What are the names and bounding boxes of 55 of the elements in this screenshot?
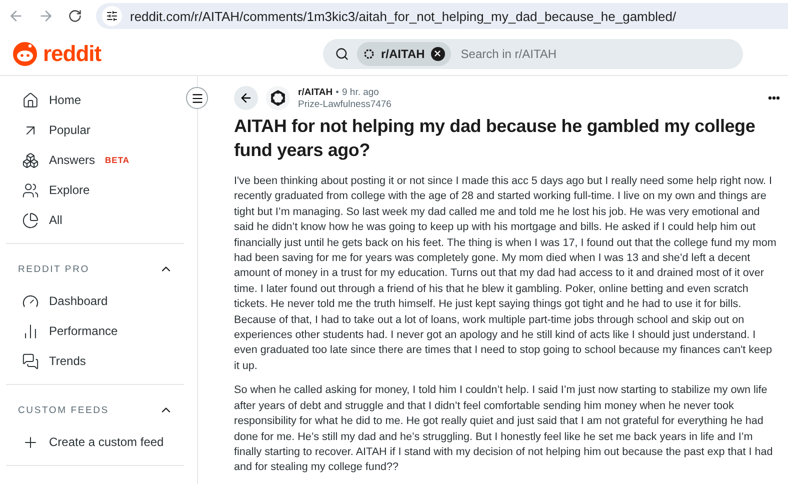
address-bar[interactable]: reddit.com/r/AITAH/comments/1m3kic3/aitah_for_not_helping_my_dad_because_he_gambled/ [96, 3, 788, 29]
sidebar-item[interactable]: Popular [6, 115, 197, 145]
menu-icon [190, 92, 204, 104]
ellipsis-icon [768, 96, 780, 100]
item-label: Explore [49, 183, 90, 197]
bar-chart-icon [22, 322, 39, 340]
section-header[interactable]: REDDIT PRO [6, 252, 197, 286]
home-icon [22, 92, 39, 108]
sidebar-item[interactable]: Explore [6, 175, 197, 205]
gauge-icon [22, 292, 39, 310]
author-link[interactable]: Prize-Lawfulness7476 [298, 98, 392, 110]
item-label: Create a custom feed [49, 435, 164, 449]
separator-dot: • [336, 86, 339, 98]
community-chip[interactable]: r/AITAH [357, 42, 451, 66]
sidebar-item[interactable]: Trends [6, 346, 197, 376]
chart-icon [22, 212, 39, 228]
chat-icon [22, 352, 39, 370]
community-icon [363, 48, 375, 60]
post-time: 9 hr. ago [342, 86, 379, 98]
community-avatar[interactable] [266, 86, 290, 110]
arrow-left-icon [239, 91, 253, 105]
post-paragraph: So when he called asking for money, I told him I couldn’t help. I said I’m just now starting to stabilize my own life after years of debt and struggle and that I didn’t feel comfortable sending him money when he never took responsibility for what he did to me. He got really quiet and just said that I am not grateful for everything he had done for me. He’s still my dad and he’s struggling. But I honestly feel like he set me back years in life and I’m finally starting to recover. AITAH if I stand with my decision of not helping him out because the past exp that I had and for stealing my college fund?? [234, 383, 774, 476]
item-label: Home [49, 93, 82, 107]
beta-tag: BETA [105, 155, 130, 165]
back-button[interactable] [234, 86, 258, 110]
back-icon[interactable] [8, 8, 24, 24]
post-title: AITAH for not helping my dad because he gambled my college fund years ago? [234, 115, 756, 162]
reload-icon[interactable] [68, 9, 82, 23]
people-icon [22, 182, 39, 198]
forward-icon[interactable] [38, 8, 54, 24]
sidebar-item[interactable]: Performance [6, 316, 197, 346]
more-button[interactable] [768, 96, 780, 100]
item-label: Answers [49, 153, 96, 167]
community-link[interactable]: r/AITAH [298, 86, 333, 98]
item-label: Trends [49, 354, 86, 368]
post-paragraph: I've been thinking about posting it or not since I made this acc 5 days ago but I really need some help right now. I recently graduated from college with the age of 28 and started working full-time. I live on my own and things are tight but I’m managing. So last week my dad called me and told me he lost his job. He was very emotional and said he didn’t know how he was going to keep up with his mortgage and bills. He asked if I could help him out financially just until he gets back on his feet. The thing is when I was 17, I found out that the college fund my mom had been saving for me for years was completely gone. My mom died when I was 13 and she’d left a decent amount of money in a trust for my education. Turns out that my dad had access to it and drained most of it over time. I later found out through a friend of his that he blew it gambling. Poker, online betting and even scratch tickets. He never told me the truth himself. He just kept saying things got tight and he had to use it for bills. Because of that, I had to take out a lot of loans, work multiple part-time jobs through school and skip out on experiences other students had. I never got an apology and he still kind of acts like I should just understand. I even graduated too late since there are times that I need to stop going to school because my finances can't keep it up. [234, 174, 778, 374]
sidebar-item[interactable]: Create a custom feed [6, 427, 197, 457]
section-title: CUSTOM FEEDS [18, 404, 109, 416]
close-icon[interactable] [430, 46, 445, 60]
sliders-icon[interactable] [102, 6, 122, 26]
sidebar-item[interactable]: Home [6, 85, 197, 115]
search-field[interactable]: r/AITAH Search in r/AITAH [323, 38, 743, 68]
section-title: REDDIT PRO [18, 264, 90, 274]
item-label: Dashboard [49, 294, 108, 308]
menu-button[interactable] [186, 87, 208, 109]
item-label: All [49, 213, 62, 227]
section-header[interactable]: CUSTOM FEEDS [6, 393, 197, 427]
search-icon [335, 46, 349, 60]
sidebar-item[interactable]: All [6, 205, 197, 235]
alien-icon [12, 40, 38, 66]
sidebar-item[interactable]: Answers BETA [6, 145, 197, 175]
item-label: Popular [49, 123, 90, 137]
item-label: Performance [49, 324, 118, 338]
url-text: reddit.com/r/AITAH/comments/1m3kic3/aitah_for_not_helping_my_dad_because_he_gambled/ [130, 8, 676, 24]
sidebar-item[interactable]: Dashboard [6, 286, 197, 316]
